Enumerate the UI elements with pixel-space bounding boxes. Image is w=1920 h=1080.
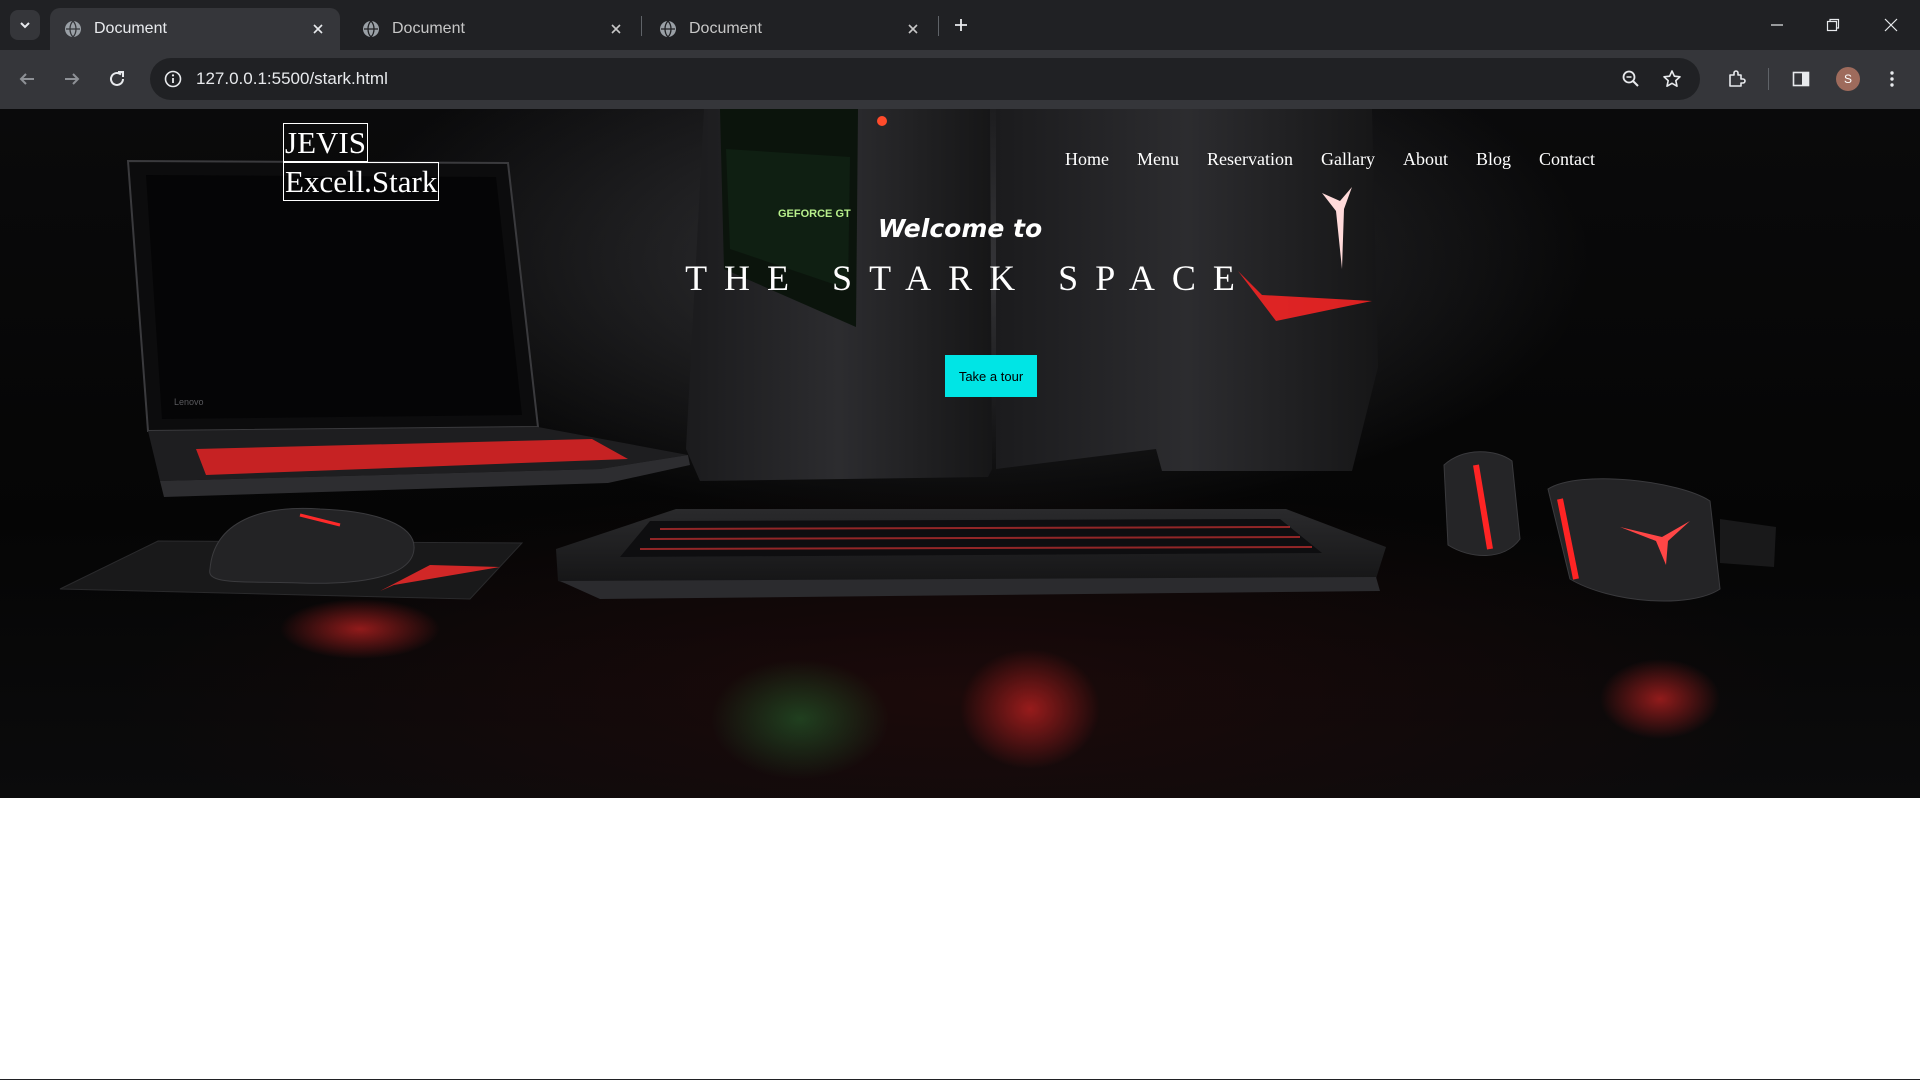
tab-close-button[interactable] xyxy=(903,19,923,39)
keyboard-graphic xyxy=(556,509,1386,599)
forward-icon xyxy=(65,73,80,85)
chevron-down-icon xyxy=(20,22,30,29)
tab-close-button[interactable] xyxy=(308,19,328,39)
tab-title: Document xyxy=(94,20,167,37)
restore-icon xyxy=(1826,18,1840,32)
plus-icon xyxy=(955,19,967,31)
hero-section: Lenovo GEFORCE GT JEVIS Excell.Stark Hom… xyxy=(0,109,1920,798)
globe-icon xyxy=(660,20,676,38)
bookmark-button[interactable] xyxy=(1659,66,1685,92)
nav-link-home[interactable]: Home xyxy=(1065,149,1109,170)
take-a-tour-button[interactable]: Take a tour xyxy=(945,355,1037,397)
tab-title: Document xyxy=(689,20,762,37)
nav-link-blog[interactable]: Blog xyxy=(1476,149,1511,170)
nav-link-contact[interactable]: Contact xyxy=(1539,149,1595,170)
tab-separator xyxy=(641,16,642,36)
svg-text:Lenovo: Lenovo xyxy=(174,397,204,407)
tab-1[interactable]: Document xyxy=(50,8,340,50)
tab-title: Document xyxy=(392,20,465,37)
extensions-button[interactable] xyxy=(1719,62,1753,96)
zoom-button[interactable] xyxy=(1618,66,1644,92)
more-icon xyxy=(1890,71,1894,87)
reload-button[interactable] xyxy=(100,62,134,96)
more-menu-button[interactable] xyxy=(1875,62,1909,96)
url-text[interactable]: 127.0.0.1:5500/stark.html xyxy=(196,69,388,89)
close-icon xyxy=(908,24,918,34)
globe-icon xyxy=(363,20,379,38)
toolbar-divider xyxy=(1768,68,1769,90)
tab-separator xyxy=(938,16,939,36)
nav-link-gallary[interactable]: Gallary xyxy=(1321,149,1375,170)
close-icon xyxy=(611,24,621,34)
hero-welcome-text: Welcome to xyxy=(877,214,1043,243)
new-tab-button[interactable] xyxy=(948,12,974,38)
tab-search-button[interactable] xyxy=(10,10,40,40)
logo-line-2: Excell.Stark xyxy=(283,162,440,201)
zoom-icon xyxy=(1622,70,1639,87)
back-button[interactable] xyxy=(10,62,44,96)
extensions-icon xyxy=(1729,70,1746,87)
page-viewport: Lenovo GEFORCE GT JEVIS Excell.Stark Hom… xyxy=(0,109,1920,1080)
close-icon xyxy=(313,24,323,34)
tab-close-button[interactable] xyxy=(606,19,626,39)
hero-headline: THE STARK SPACE xyxy=(685,258,1252,298)
address-bar[interactable]: 127.0.0.1:5500/stark.html xyxy=(150,58,1700,100)
star-icon xyxy=(1663,70,1681,87)
tab-3[interactable]: Document xyxy=(645,8,935,50)
main-nav: Home Menu Reservation Gallary About Blog… xyxy=(1065,149,1595,170)
reload-icon xyxy=(110,71,124,86)
globe-icon xyxy=(65,20,81,38)
logo-line-1: JEVIS xyxy=(283,123,368,162)
nav-link-menu[interactable]: Menu xyxy=(1137,149,1179,170)
minimize-icon xyxy=(1771,24,1783,26)
site-info-button[interactable] xyxy=(160,66,186,92)
laptop-graphic: Lenovo xyxy=(126,159,690,497)
side-panel-icon xyxy=(1792,71,1810,87)
profile-avatar[interactable]: S xyxy=(1836,67,1860,91)
minimize-button[interactable] xyxy=(1762,10,1792,40)
headset-graphic xyxy=(1443,451,1776,602)
restore-button[interactable] xyxy=(1818,10,1848,40)
nav-link-reservation[interactable]: Reservation xyxy=(1207,149,1293,170)
side-panel-button[interactable] xyxy=(1784,62,1818,96)
forward-button[interactable] xyxy=(55,62,89,96)
nav-link-about[interactable]: About xyxy=(1403,149,1448,170)
tab-2[interactable]: Document xyxy=(348,8,638,50)
site-logo[interactable]: JEVIS Excell.Stark xyxy=(283,123,440,201)
close-window-button[interactable] xyxy=(1876,10,1906,40)
back-icon xyxy=(19,73,34,85)
close-icon xyxy=(1884,18,1898,32)
hero-background-image: Lenovo GEFORCE GT xyxy=(59,109,1776,779)
tab-strip: Document Document Document xyxy=(0,0,1920,50)
info-icon xyxy=(164,70,182,88)
